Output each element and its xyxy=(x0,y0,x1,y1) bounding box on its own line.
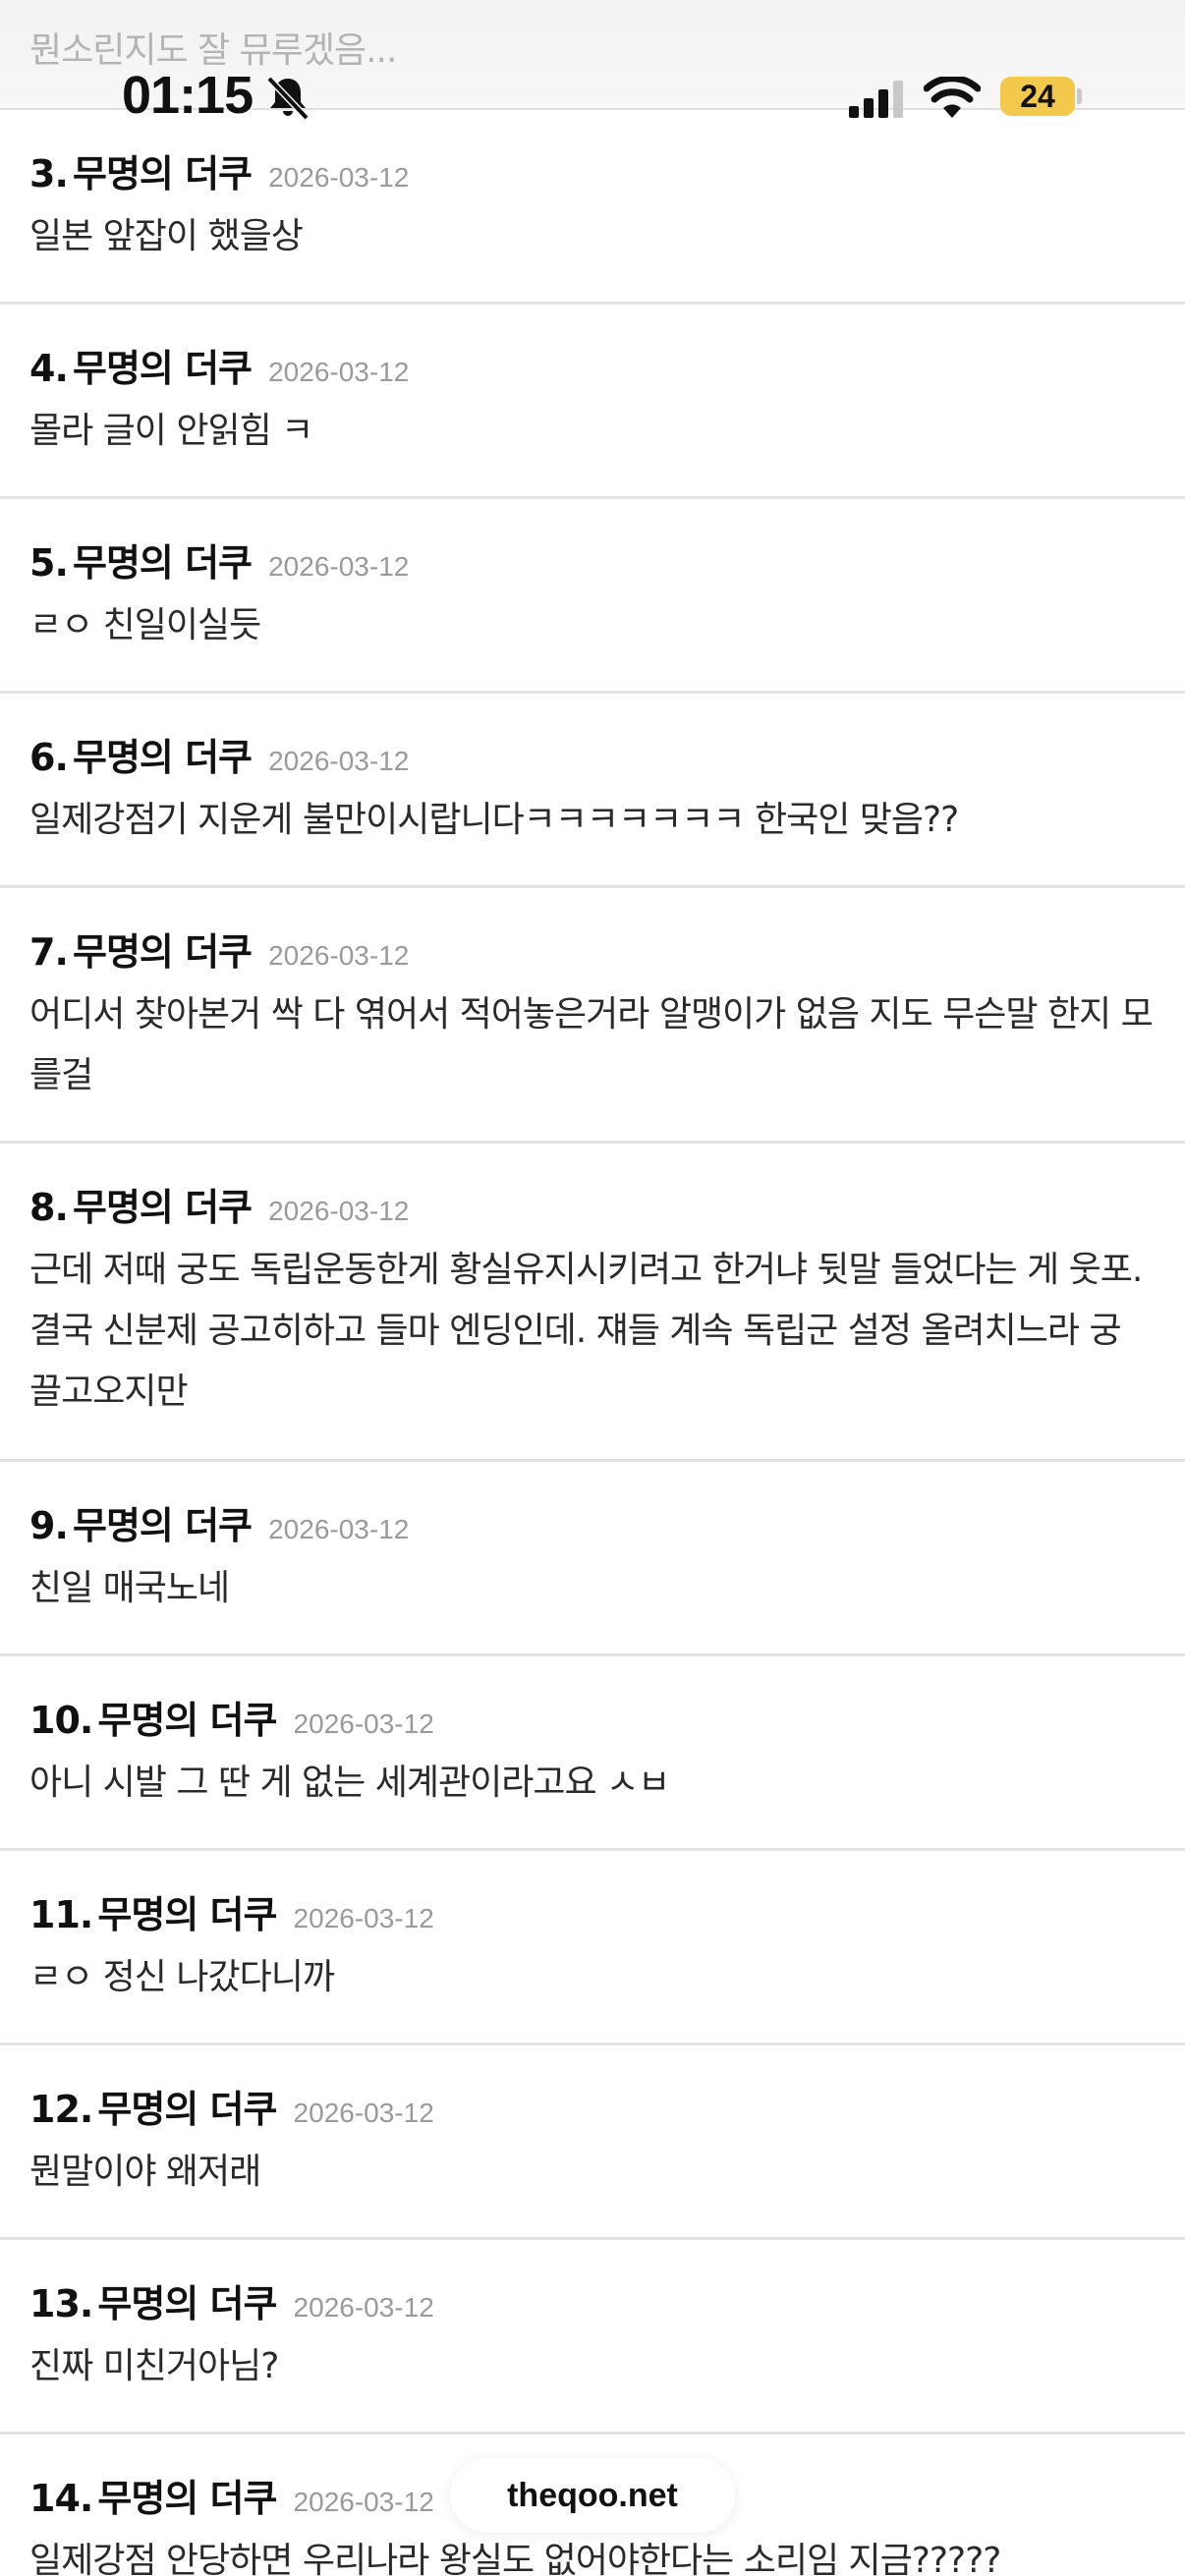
comment-date: 2026-03-12 xyxy=(293,1708,434,1739)
comment-header: 13. 무명의 더쿠 2026-03-12 xyxy=(29,2273,434,2327)
comment-item: 10. 무명의 더쿠 2026-03-12 아니 시발 그 딴 게 없는 세계관… xyxy=(0,1656,1185,1851)
comment-number[interactable]: 12. xyxy=(29,2088,93,2131)
comment-number[interactable]: 8. xyxy=(29,1186,69,1229)
comment-number[interactable]: 14. xyxy=(29,2477,93,2520)
comment-number[interactable]: 9. xyxy=(29,1504,69,1547)
comment-author: 무명의 더쿠 xyxy=(97,1893,277,1936)
comment-date: 2026-03-12 xyxy=(293,1903,434,1933)
comment-header: 6. 무명의 더쿠 2026-03-12 xyxy=(29,727,409,781)
comment-author: 무명의 더쿠 xyxy=(97,1699,277,1742)
comment-header: 7. 무명의 더쿠 2026-03-12 xyxy=(29,922,409,976)
comment-number[interactable]: 7. xyxy=(29,930,69,974)
comment-item: 5. 무명의 더쿠 2026-03-12 ㄹㅇ 친일이실듯 xyxy=(0,499,1185,694)
comment-text: 몰라 글이 안읽힘 ㅋ xyxy=(29,411,313,451)
comment-author: 무명의 더쿠 xyxy=(72,152,253,196)
comment-text: 일제강점 안당하면 우리나라 왕실도 없어야한다는 소리임 지금????? xyxy=(29,2541,1001,2576)
comment-date: 2026-03-12 xyxy=(268,1514,410,1544)
comment-author: 무명의 더쿠 xyxy=(72,930,253,974)
comment-date: 2026-03-12 xyxy=(268,162,410,193)
comment-item: 7. 무명의 더쿠 2026-03-12 어디서 찾아본거 싹 다 엮어서 적어… xyxy=(0,888,1185,1144)
comment-number[interactable]: 10. xyxy=(29,1699,93,1742)
comment-text: 일본 앞잡이 했을상 xyxy=(29,216,304,256)
comment-header: 3. 무명의 더쿠 2026-03-12 xyxy=(29,143,409,197)
comment-header: 12. 무명의 더쿠 2026-03-12 xyxy=(29,2079,434,2133)
comment-date: 2026-03-12 xyxy=(268,551,410,582)
comment-number[interactable]: 3. xyxy=(29,152,69,196)
comment-header: 9. 무명의 더쿠 2026-03-12 xyxy=(29,1495,409,1549)
comment-number[interactable]: 13. xyxy=(29,2282,93,2325)
comment-date: 2026-03-12 xyxy=(293,2292,434,2323)
comment-date: 2026-03-12 xyxy=(268,357,410,387)
comment-header: 14. 무명의 더쿠 2026-03-12 xyxy=(29,2468,434,2522)
status-bar: 뭔소린지도 잘 뮤루겠음... 01:15 24 xyxy=(0,0,1185,125)
comment-text: 어디서 찾아본거 싹 다 엮어서 적어놓은거라 알맹이가 없음 지도 무슨말 한… xyxy=(29,994,1154,1095)
comment-date: 2026-03-12 xyxy=(268,746,410,776)
comment-author: 무명의 더쿠 xyxy=(72,1186,253,1229)
comment-number[interactable]: 6. xyxy=(29,736,69,779)
comment-number[interactable]: 11. xyxy=(29,1893,93,1936)
battery-icon: 24 xyxy=(1000,77,1075,116)
comment-header: 4. 무명의 더쿠 2026-03-12 xyxy=(29,338,409,392)
comment-header: 10. 무명의 더쿠 2026-03-12 xyxy=(29,1690,434,1744)
comment-item: 12. 무명의 더쿠 2026-03-12 뭔말이야 왜저래 xyxy=(0,2045,1185,2240)
comment-date: 2026-03-12 xyxy=(268,1196,410,1226)
comment-text: ㄹㅇ 친일이실듯 xyxy=(29,605,261,645)
bell-slash-icon xyxy=(266,76,310,121)
comment-author: 무명의 더쿠 xyxy=(72,736,253,779)
status-time: 01:15 xyxy=(122,66,254,125)
comment-number[interactable]: 4. xyxy=(29,347,69,390)
comment-item: 4. 무명의 더쿠 2026-03-12 몰라 글이 안읽힘 ㅋ xyxy=(0,305,1185,499)
comment-header: 11. 무명의 더쿠 2026-03-12 xyxy=(29,1884,434,1938)
comment-text: 뭔말이야 왜저래 xyxy=(29,2152,261,2192)
site-url-badge[interactable]: theqoo.net xyxy=(450,2458,735,2533)
comment-date: 2026-03-12 xyxy=(293,2487,434,2517)
comment-header: 5. 무명의 더쿠 2026-03-12 xyxy=(29,532,409,587)
comment-text: 진짜 미친거아님? xyxy=(29,2346,279,2386)
comment-text: 친일 매국노네 xyxy=(29,1568,230,1608)
comment-text: ㄹㅇ 정신 나갔다니까 xyxy=(29,1957,335,1997)
comment-header: 8. 무명의 더쿠 2026-03-12 xyxy=(29,1177,409,1231)
comment-item: 11. 무명의 더쿠 2026-03-12 ㄹㅇ 정신 나갔다니까 xyxy=(0,1851,1185,2045)
cellular-signal-icon xyxy=(849,81,903,118)
comment-author: 무명의 더쿠 xyxy=(72,1504,253,1547)
comment-author: 무명의 더쿠 xyxy=(97,2282,277,2325)
comment-author: 무명의 더쿠 xyxy=(97,2477,277,2520)
comment-text: 아니 시발 그 딴 게 없는 세계관이라고요 ㅅㅂ xyxy=(29,1763,670,1803)
comment-item: 6. 무명의 더쿠 2026-03-12 일제강점기 지운게 불만이시랍니다ㅋㅋ… xyxy=(0,694,1185,888)
comment-author: 무명의 더쿠 xyxy=(72,541,253,585)
comment-text: 일제강점기 지운게 불만이시랍니다ㅋㅋㅋㅋㅋㅋㅋ 한국인 맞음?? xyxy=(29,800,959,840)
comment-date: 2026-03-12 xyxy=(268,940,410,971)
comment-date: 2026-03-12 xyxy=(293,2098,434,2128)
battery-tip xyxy=(1077,88,1082,104)
comment-item: 8. 무명의 더쿠 2026-03-12 근데 저때 궁도 독립운동한게 황실유… xyxy=(0,1144,1185,1462)
comment-item: 3. 무명의 더쿠 2026-03-12 일본 앞잡이 했을상 xyxy=(0,110,1185,305)
comment-author: 무명의 더쿠 xyxy=(72,347,253,390)
comment-author: 무명의 더쿠 xyxy=(97,2088,277,2131)
wifi-icon xyxy=(924,77,981,118)
comment-number[interactable]: 5. xyxy=(29,541,69,585)
comment-text: 근데 저때 궁도 독립운동한게 황실유지시키려고 한거냐 뒷말 들었다는 게 웃… xyxy=(29,1250,1143,1412)
comment-item: 9. 무명의 더쿠 2026-03-12 친일 매국노네 xyxy=(0,1462,1185,1656)
comment-item: 13. 무명의 더쿠 2026-03-12 진짜 미친거아님? xyxy=(0,2240,1185,2435)
